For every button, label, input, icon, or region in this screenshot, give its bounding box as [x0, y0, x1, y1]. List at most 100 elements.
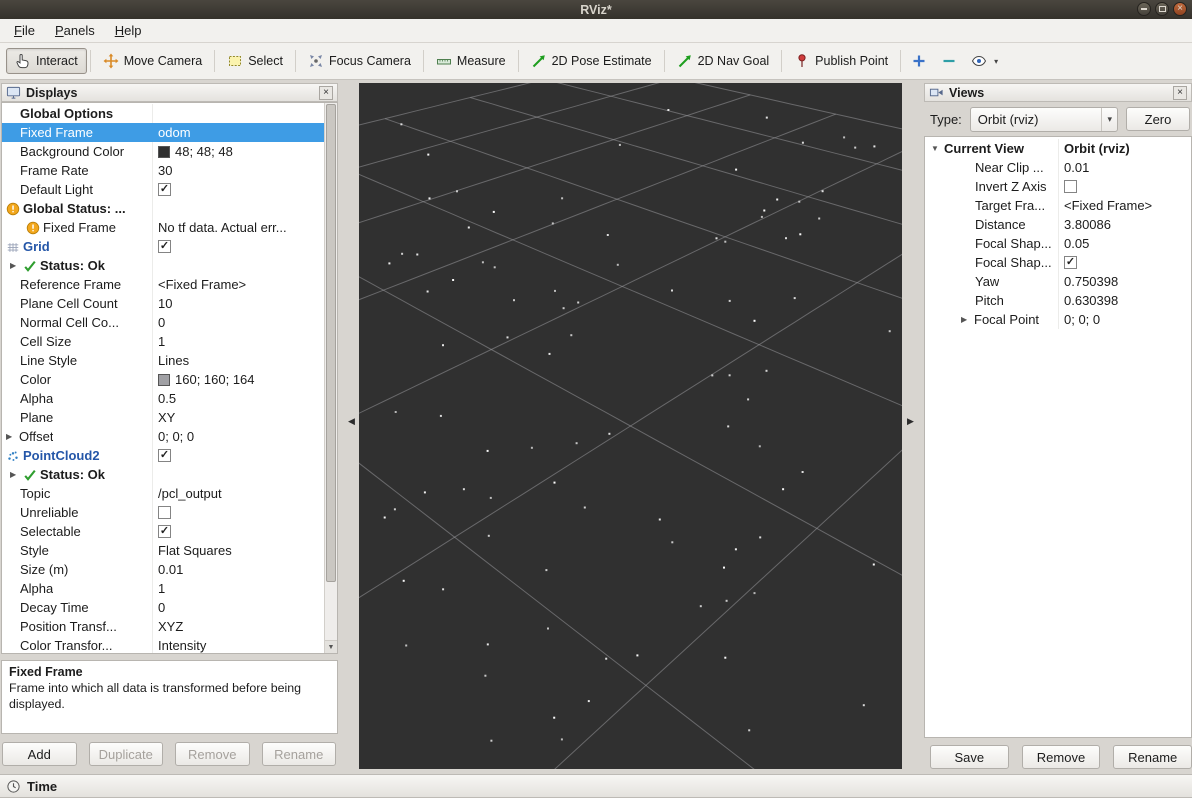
- property-name: Default Light: [20, 182, 93, 197]
- tree-row-fixed-frame[interactable]: Fixed Frame odom: [2, 123, 337, 142]
- expand-arrow[interactable]: ▼: [931, 144, 944, 153]
- tool-move-camera[interactable]: Move Camera: [94, 48, 212, 74]
- rename-button[interactable]: Rename: [1113, 745, 1192, 769]
- displays-scrollbar[interactable]: ▼: [324, 103, 337, 653]
- tree-row-invert-z-axis[interactable]: Invert Z Axis: [925, 177, 1191, 196]
- checkbox[interactable]: ✓: [158, 449, 171, 462]
- checkbox[interactable]: [1064, 180, 1077, 193]
- tree-row-unreliable[interactable]: Unreliable: [2, 503, 337, 522]
- tool-tool-properties[interactable]: ▾: [964, 48, 1005, 74]
- tree-row-color-transfor[interactable]: Color Transfor... Intensity: [2, 636, 337, 653]
- minimize-button[interactable]: [1137, 2, 1151, 16]
- titlebar[interactable]: RViz* ×: [0, 0, 1192, 19]
- close-views-panel-button[interactable]: ×: [1173, 85, 1187, 100]
- remove-button[interactable]: Remove: [1021, 745, 1101, 769]
- tree-row-current-view[interactable]: ▼ Current View Orbit (rviz): [925, 139, 1191, 158]
- property-value: 0.01: [158, 562, 184, 577]
- property-name: Current View: [944, 141, 1024, 156]
- tool-publish-point[interactable]: Publish Point: [785, 48, 897, 74]
- remove-button: Remove: [175, 742, 250, 766]
- tool-focus-camera[interactable]: Focus Camera: [299, 48, 420, 74]
- collapse-left-panel-handle[interactable]: ◀: [348, 416, 355, 427]
- tree-row-global-options[interactable]: Global Options: [2, 104, 337, 123]
- scrollbar-down-button[interactable]: ▼: [325, 640, 337, 653]
- tree-row-style[interactable]: Style Flat Squares: [2, 541, 337, 560]
- checkbox[interactable]: ✓: [1064, 256, 1077, 269]
- expand-arrow[interactable]: ▶: [6, 432, 19, 441]
- property-name: Color: [20, 372, 52, 387]
- expand-arrow[interactable]: ▶: [10, 261, 23, 270]
- tree-row-alpha[interactable]: Alpha 0.5: [2, 389, 337, 408]
- menu-panels[interactable]: Panels: [45, 20, 105, 41]
- tree-row-default-light[interactable]: Default Light ✓: [2, 180, 337, 199]
- checkbox[interactable]: ✓: [158, 525, 171, 538]
- property-name: Cell Size: [20, 334, 72, 349]
- tree-row-background-color[interactable]: Background Color 48; 48; 48: [2, 142, 337, 161]
- expand-arrow[interactable]: ▶: [961, 315, 974, 324]
- checkbox[interactable]: ✓: [158, 240, 171, 253]
- tree-row-color[interactable]: Color 160; 160; 164: [2, 370, 337, 389]
- tree-row-focal-shap[interactable]: Focal Shap... 0.05: [925, 234, 1191, 253]
- tree-row-line-style[interactable]: Line Style Lines: [2, 351, 337, 370]
- tree-row-focal-point[interactable]: ▶ Focal Point 0; 0; 0: [925, 310, 1191, 329]
- tree-row-normal-cell-co[interactable]: Normal Cell Co... 0: [2, 313, 337, 332]
- tree-row-near-clip[interactable]: Near Clip ... 0.01: [925, 158, 1191, 177]
- tool-measure[interactable]: Measure: [427, 48, 515, 74]
- close-displays-panel-button[interactable]: ×: [319, 85, 333, 100]
- displays-panel-header[interactable]: Displays ×: [1, 83, 338, 102]
- tool-nav-goal[interactable]: 2D Nav Goal: [668, 48, 779, 74]
- render-viewport-3d[interactable]: [359, 83, 902, 769]
- collapse-right-panel-handle[interactable]: ▶: [907, 416, 914, 427]
- tree-row-frame-rate[interactable]: Frame Rate 30: [2, 161, 337, 180]
- property-name: Size (m): [20, 562, 69, 577]
- menu-help[interactable]: Help: [105, 20, 152, 41]
- tree-row-focal-shap[interactable]: Focal Shap... ✓: [925, 253, 1191, 272]
- tree-row-pointcloud2[interactable]: PointCloud2 ✓: [2, 446, 337, 465]
- expand-arrow[interactable]: ▶: [10, 470, 23, 479]
- tree-row-status-ok[interactable]: ▶ Status: Ok: [2, 465, 337, 484]
- property-name: Alpha: [20, 391, 54, 406]
- view-type-combobox[interactable]: Orbit (rviz) ▾: [969, 106, 1118, 132]
- tree-row-topic[interactable]: Topic/pcl_output: [2, 484, 337, 503]
- views-tree: ▼ Current View Orbit (rviz) Near Clip ... 0.…: [924, 136, 1192, 738]
- tree-row-decay-time[interactable]: Decay Time 0: [2, 598, 337, 617]
- tree-row-offset[interactable]: ▶ Offset 0; 0; 0: [2, 427, 337, 446]
- tree-row-position-transf[interactable]: Position Transf... XYZ: [2, 617, 337, 636]
- tool-label: 2D Nav Goal: [697, 54, 770, 68]
- zero-button[interactable]: Zero: [1126, 107, 1190, 131]
- close-button[interactable]: ×: [1173, 2, 1187, 16]
- tree-row-plane[interactable]: Plane XY: [2, 408, 337, 427]
- scrollbar-thumb[interactable]: [326, 104, 336, 582]
- tree-row-pitch[interactable]: Pitch 0.630398: [925, 291, 1191, 310]
- menubar: File Panels Help: [0, 19, 1192, 43]
- tool-add-tool[interactable]: [904, 48, 934, 74]
- tool-remove-tool[interactable]: [934, 48, 964, 74]
- tree-row-cell-size[interactable]: Cell Size 1: [2, 332, 337, 351]
- tree-row-target-fra[interactable]: Target Fra... <Fixed Frame>: [925, 196, 1191, 215]
- time-panel-header[interactable]: Time: [0, 774, 1192, 798]
- tree-row-size-m[interactable]: Size (m) 0.01: [2, 560, 337, 579]
- save-button[interactable]: Save: [930, 745, 1009, 769]
- tree-row-distance[interactable]: Distance 3.80086: [925, 215, 1191, 234]
- checkbox[interactable]: ✓: [158, 183, 171, 196]
- menu-file[interactable]: File: [4, 20, 45, 41]
- property-name: Line Style: [20, 353, 78, 368]
- point-cloud: [383, 109, 891, 742]
- checkbox[interactable]: [158, 506, 171, 519]
- tree-row-grid[interactable]: Grid ✓: [2, 237, 337, 256]
- tree-row-status-ok[interactable]: ▶ Status: Ok: [2, 256, 337, 275]
- tree-row-yaw[interactable]: Yaw 0.750398: [925, 272, 1191, 291]
- tree-row-global-status[interactable]: Global Status: ...: [2, 199, 337, 218]
- tool-select[interactable]: Select: [218, 48, 292, 74]
- views-panel-header[interactable]: Views ×: [924, 83, 1192, 102]
- tree-row-alpha[interactable]: Alpha 1: [2, 579, 337, 598]
- tree-row-reference-frame[interactable]: Reference Frame <Fixed Frame>: [2, 275, 337, 294]
- tool-interact[interactable]: Interact: [6, 48, 87, 74]
- displays-buttons: Add Duplicate Remove Rename: [2, 742, 336, 766]
- tree-row-selectable[interactable]: Selectable ✓: [2, 522, 337, 541]
- maximize-button[interactable]: [1155, 2, 1169, 16]
- tree-row-fixed-frame[interactable]: Fixed Frame No tf data. Actual err...: [2, 218, 337, 237]
- tree-row-plane-cell-count[interactable]: Plane Cell Count 10: [2, 294, 337, 313]
- tool-pose-estimate[interactable]: 2D Pose Estimate: [522, 48, 661, 74]
- add-button[interactable]: Add: [2, 742, 77, 766]
